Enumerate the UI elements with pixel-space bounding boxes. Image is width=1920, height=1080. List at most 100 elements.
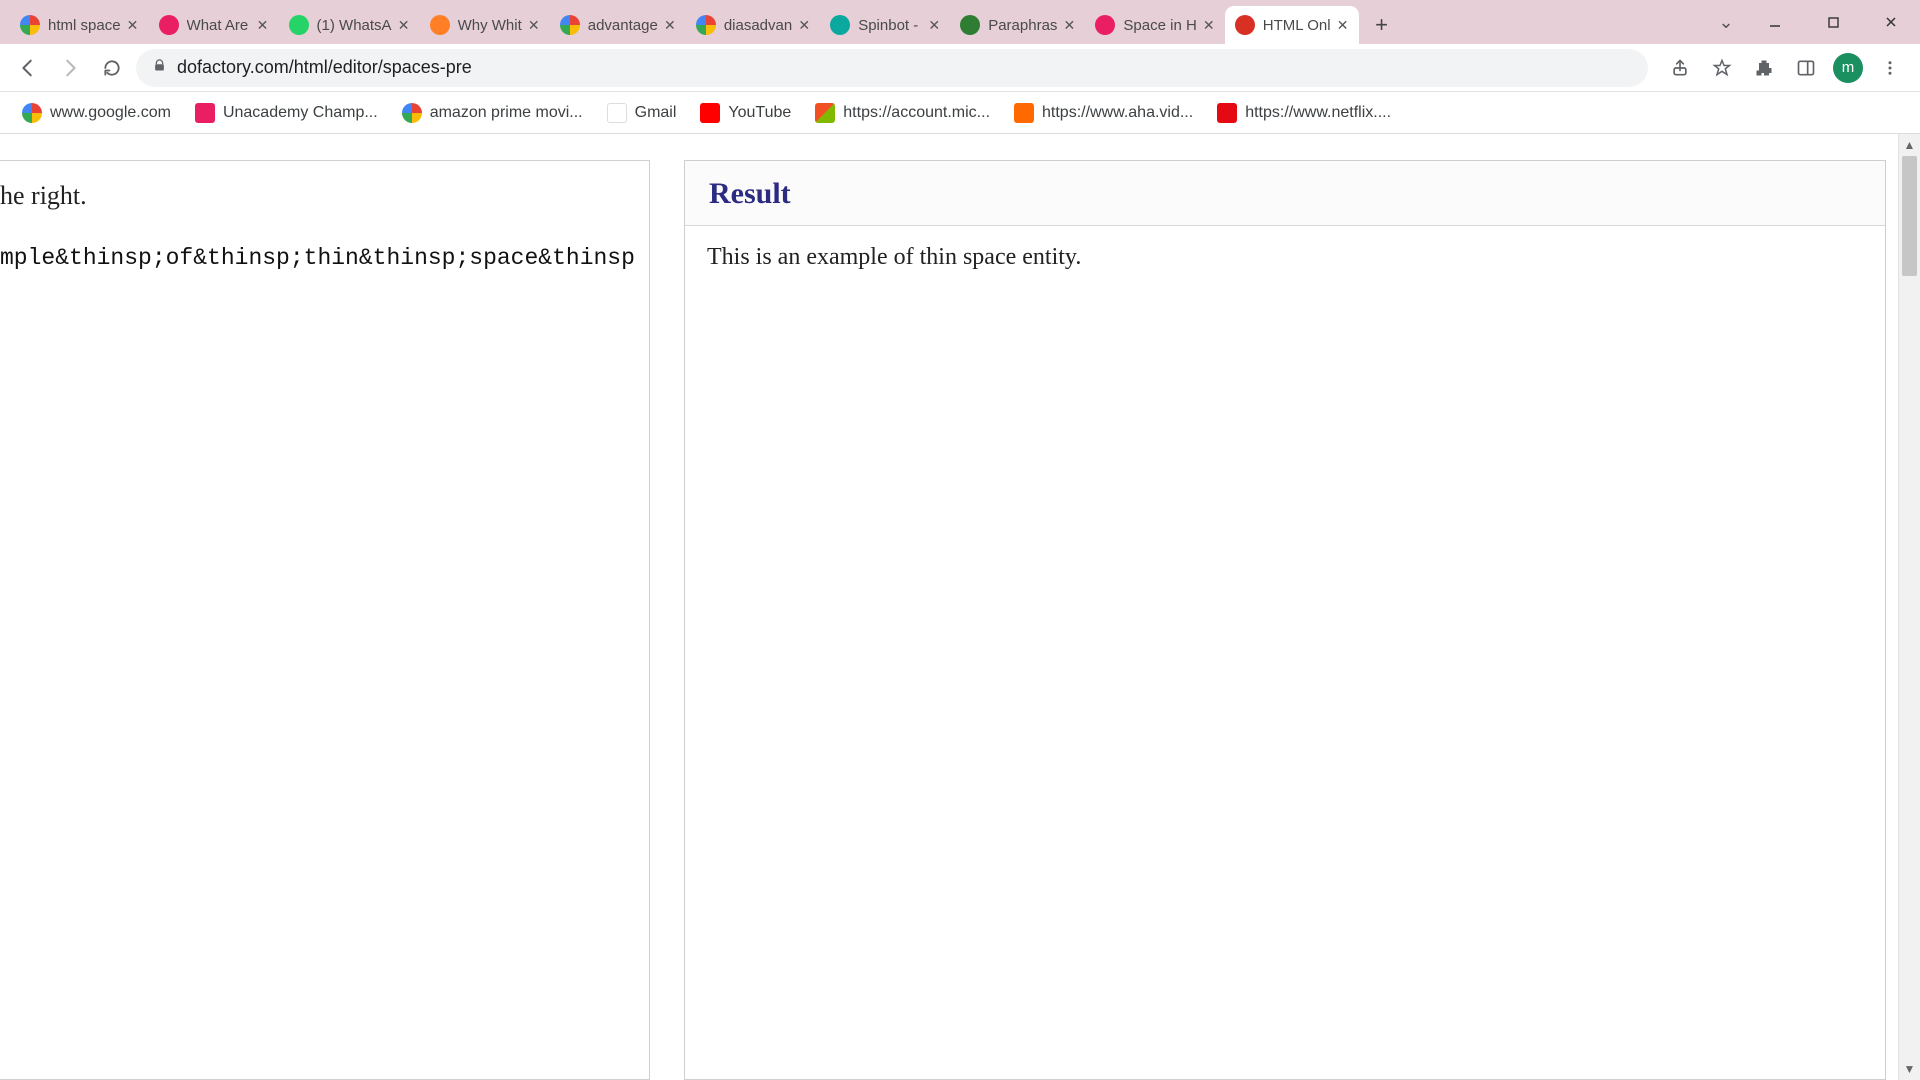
minimize-button[interactable] [1746, 0, 1804, 44]
browser-tab[interactable]: Why Whit✕ [420, 6, 550, 44]
page-content: he right. mple&thinsp;of&thinsp;thin&thi… [0, 134, 1920, 1080]
bookmark-favicon-icon [402, 103, 422, 123]
tab-close-button[interactable]: ✕ [396, 17, 412, 33]
reload-button[interactable] [94, 50, 130, 86]
browser-tab[interactable]: HTML Onl✕ [1225, 6, 1359, 44]
bookmark-favicon-icon [1014, 103, 1034, 123]
bookmark-item[interactable]: Unacademy Champ... [185, 97, 388, 129]
tab-close-button[interactable]: ✕ [526, 17, 542, 33]
vertical-scrollbar[interactable]: ▲ ▼ [1898, 134, 1920, 1080]
editor-code-text: mple&thinsp;of&thinsp;thin&thinsp;space&… [0, 245, 641, 271]
browser-tab[interactable]: advantage✕ [550, 6, 686, 44]
side-panel-button[interactable] [1786, 48, 1826, 88]
scroll-thumb[interactable] [1902, 156, 1917, 276]
bookmarks-bar: www.google.com Unacademy Champ... amazon p… [0, 92, 1920, 134]
tab-close-button[interactable]: ✕ [1335, 17, 1351, 33]
tab-favicon-icon [960, 15, 980, 35]
result-output-text: This is an example of thin space entity. [707, 244, 1863, 271]
tab-title: What Are [187, 17, 251, 34]
tab-title: HTML Onl [1263, 17, 1331, 34]
tab-title: Spinbot - [858, 17, 922, 34]
editor-hint-text: he right. [0, 181, 641, 211]
result-heading: Result [709, 177, 1861, 211]
tab-title: diasadvan [724, 17, 792, 34]
bookmark-label: amazon prime movi... [430, 104, 583, 122]
bookmark-star-button[interactable] [1702, 48, 1742, 88]
bookmark-label: Gmail [635, 104, 677, 122]
browser-tab[interactable]: Paraphras✕ [950, 6, 1085, 44]
bookmark-label: www.google.com [50, 104, 171, 122]
browser-toolbar: dofactory.com/html/editor/spaces-pre m [0, 44, 1920, 92]
editor-layout: he right. mple&thinsp;of&thinsp;thin&thi… [0, 134, 1886, 1080]
tabs-container: html space✕What Are✕(1) WhatsA✕Why Whit✕… [10, 6, 1359, 44]
browser-tab[interactable]: diasadvan✕ [686, 6, 820, 44]
tab-title: (1) WhatsA [317, 17, 392, 34]
browser-tab[interactable]: Spinbot -✕ [820, 6, 950, 44]
window-controls: ⌄ [1706, 0, 1920, 44]
browser-tab[interactable]: Space in H ✕ [1085, 6, 1224, 44]
browser-tabstrip: html space✕What Are✕(1) WhatsA✕Why Whit✕… [0, 0, 1920, 44]
profile-avatar[interactable]: m [1828, 48, 1868, 88]
bookmark-favicon-icon [815, 103, 835, 123]
back-button[interactable] [10, 50, 46, 86]
extensions-button[interactable] [1744, 48, 1784, 88]
tab-title: Why Whit [458, 17, 522, 34]
toolbar-right-icons: m [1660, 48, 1910, 88]
browser-tab[interactable]: What Are✕ [149, 6, 279, 44]
panel-gap [650, 134, 684, 1080]
bookmark-item[interactable]: https://account.mic... [805, 97, 1000, 129]
bookmark-item[interactable]: https://www.netflix.... [1207, 97, 1401, 129]
tab-close-button[interactable]: ✕ [1201, 17, 1217, 33]
tab-close-button[interactable]: ✕ [926, 17, 942, 33]
bookmark-favicon-icon [607, 103, 627, 123]
url-text: dofactory.com/html/editor/spaces-pre [177, 57, 472, 78]
browser-tab[interactable]: (1) WhatsA✕ [279, 6, 420, 44]
bookmark-favicon-icon [22, 103, 42, 123]
avatar-initial: m [1842, 59, 1855, 76]
code-editor-panel[interactable]: he right. mple&thinsp;of&thinsp;thin&thi… [0, 160, 650, 1080]
bookmark-favicon-icon [1217, 103, 1237, 123]
new-tab-button[interactable]: + [1365, 8, 1399, 42]
close-window-button[interactable] [1862, 0, 1920, 44]
browser-tab[interactable]: html space✕ [10, 6, 149, 44]
tab-favicon-icon [289, 15, 309, 35]
tab-close-button[interactable]: ✕ [662, 17, 678, 33]
bookmark-label: https://www.aha.vid... [1042, 104, 1193, 122]
bookmark-label: Unacademy Champ... [223, 104, 378, 122]
tab-close-button[interactable]: ✕ [1061, 17, 1077, 33]
scroll-down-arrow[interactable]: ▼ [1899, 1058, 1920, 1080]
tab-close-button[interactable]: ✕ [255, 17, 271, 33]
tab-close-button[interactable]: ✕ [125, 17, 141, 33]
share-button[interactable] [1660, 48, 1700, 88]
scroll-up-arrow[interactable]: ▲ [1899, 134, 1920, 156]
tab-close-button[interactable]: ✕ [796, 17, 812, 33]
tab-favicon-icon [1235, 15, 1255, 35]
tab-favicon-icon [830, 15, 850, 35]
tab-favicon-icon [696, 15, 716, 35]
forward-button[interactable] [52, 50, 88, 86]
tab-favicon-icon [20, 15, 40, 35]
bookmark-favicon-icon [195, 103, 215, 123]
result-header: Result [685, 161, 1885, 226]
bookmark-label: https://www.netflix.... [1245, 104, 1391, 122]
bookmark-item[interactable]: YouTube [690, 97, 801, 129]
bookmark-item[interactable]: amazon prime movi... [392, 97, 593, 129]
result-body: This is an example of thin space entity. [685, 226, 1885, 1079]
bookmark-item[interactable]: www.google.com [12, 97, 181, 129]
chrome-menu-button[interactable] [1870, 48, 1910, 88]
tab-title: advantage [588, 17, 658, 34]
tab-favicon-icon [430, 15, 450, 35]
bookmark-item[interactable]: https://www.aha.vid... [1004, 97, 1203, 129]
tab-title: Paraphras [988, 17, 1057, 34]
tab-title: Space in H [1123, 17, 1196, 34]
bookmark-label: YouTube [728, 104, 791, 122]
tab-favicon-icon [560, 15, 580, 35]
bookmark-favicon-icon [700, 103, 720, 123]
address-bar[interactable]: dofactory.com/html/editor/spaces-pre [136, 49, 1648, 87]
tab-title: html space [48, 17, 121, 34]
tab-search-button[interactable]: ⌄ [1706, 12, 1746, 33]
result-panel: Result This is an example of thin space … [684, 160, 1886, 1080]
bookmark-item[interactable]: Gmail [597, 97, 687, 129]
bookmark-label: https://account.mic... [843, 104, 990, 122]
maximize-button[interactable] [1804, 0, 1862, 44]
